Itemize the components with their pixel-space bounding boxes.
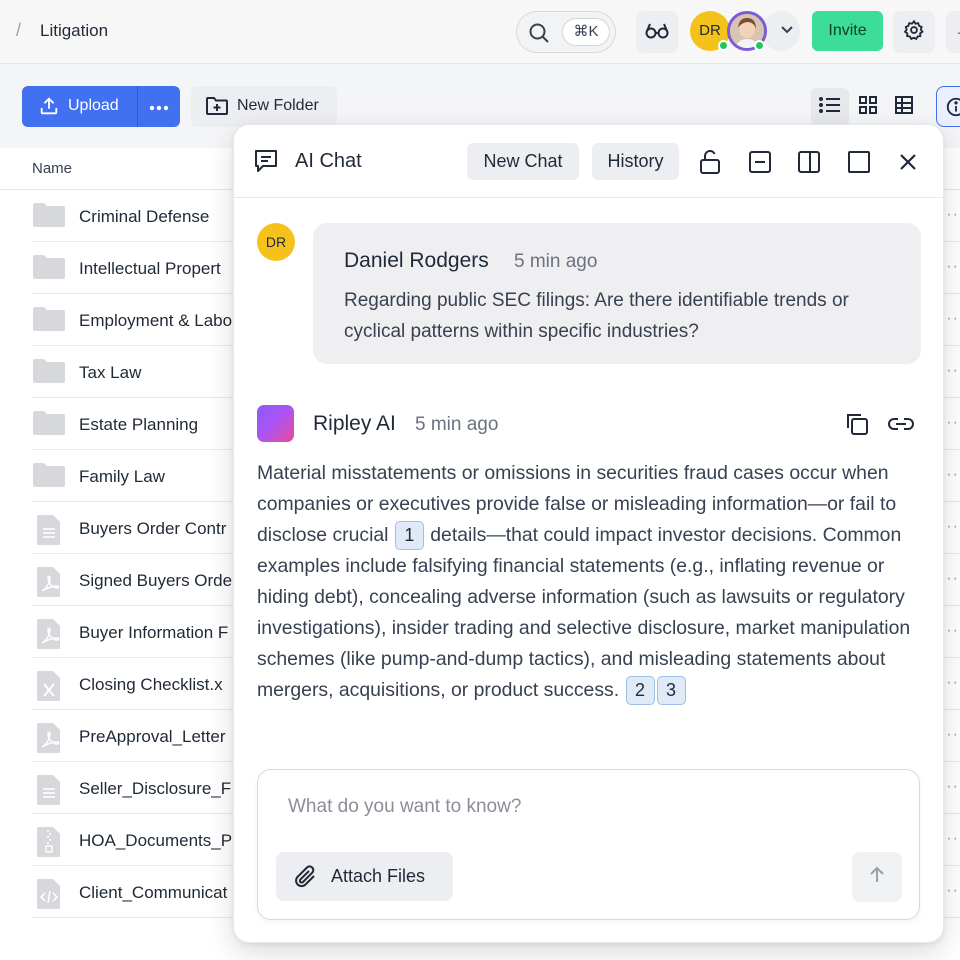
info-panel-button[interactable] — [936, 86, 960, 127]
chat-input[interactable] — [288, 796, 888, 818]
new-chat-button[interactable]: New Chat — [467, 143, 579, 180]
pdf-file-icon — [36, 566, 62, 603]
zip-file-icon — [36, 826, 62, 863]
settings-button[interactable] — [893, 11, 935, 53]
top-bar: / Litigation ⌘K DR Invite — [0, 0, 960, 64]
more-horizontal-icon — [149, 98, 169, 116]
grid-view-button[interactable] — [849, 88, 887, 126]
send-button[interactable] — [852, 852, 902, 902]
file-name: HOA_Documents_P — [79, 831, 233, 850]
table-icon — [894, 95, 914, 120]
ai-message-text: Material misstatements or omissions in s… — [257, 458, 927, 706]
chat-icon — [252, 147, 280, 180]
file-name: Intellectual Propert — [79, 259, 221, 278]
file-name: Signed Buyers Orde — [79, 571, 233, 590]
breadcrumb-current[interactable]: Litigation — [40, 21, 108, 41]
folder-icon — [32, 254, 66, 285]
upload-label: Upload — [68, 97, 119, 114]
new-folder-button[interactable]: New Folder — [191, 86, 337, 127]
maximize-icon[interactable] — [844, 147, 874, 177]
chevron-down-icon — [779, 21, 795, 42]
online-status-dot — [718, 40, 729, 51]
file-name: Buyers Order Contr — [79, 519, 227, 538]
collaborators-dropdown[interactable] — [762, 11, 800, 51]
file-name: Closing Checklist.x — [79, 675, 223, 694]
file-name: Employment & Labo — [79, 311, 233, 330]
chat-composer: Attach Files — [257, 769, 920, 920]
ai-chat-panel: AI Chat New Chat History DR Daniel Rodge… — [233, 124, 944, 943]
attach-files-label: Attach Files — [331, 866, 426, 886]
app-window: / Litigation ⌘K DR Invite Name Criminal … — [0, 0, 960, 960]
file-name: Client_Communicat — [79, 883, 228, 902]
user-name: Daniel Rodgers — [344, 249, 489, 272]
file-name: Seller_Disclosure_F — [79, 779, 232, 798]
arrow-up-icon — [867, 865, 887, 890]
more-options-button[interactable]: · — [946, 11, 960, 53]
pdf-file-icon — [36, 618, 62, 655]
attach-files-button[interactable]: Attach Files — [276, 852, 453, 901]
copy-icon[interactable] — [842, 409, 872, 439]
pdf-file-icon — [36, 722, 62, 759]
upload-options-button[interactable] — [138, 86, 180, 127]
folder-plus-icon — [205, 95, 229, 122]
user-avatar: DR — [257, 223, 295, 261]
list-icon — [819, 96, 841, 119]
dock-panel-icon[interactable] — [794, 147, 824, 177]
upload-button[interactable]: Upload — [22, 86, 180, 127]
file-name: Criminal Defense — [79, 207, 210, 226]
file-name: Estate Planning — [79, 415, 199, 434]
folder-icon — [32, 202, 66, 233]
minimize-icon[interactable] — [745, 147, 775, 177]
new-folder-label: New Folder — [237, 97, 319, 114]
user-message-time: 5 min ago — [514, 251, 598, 272]
history-button[interactable]: History — [592, 143, 679, 180]
upload-icon — [38, 95, 60, 122]
ai-name: Ripley AI — [313, 412, 396, 435]
search-shortcut: ⌘K — [562, 18, 610, 46]
close-icon[interactable] — [893, 147, 923, 177]
chat-title: AI Chat — [295, 150, 362, 172]
search-button[interactable]: ⌘K — [516, 11, 616, 53]
ai-message-time: 5 min ago — [415, 414, 499, 435]
doc-file-icon — [36, 774, 62, 811]
ai-text-part: details—that could impact investor decis… — [257, 524, 911, 701]
folder-icon — [32, 410, 66, 441]
reader-mode-button[interactable] — [636, 11, 678, 53]
user-message-text: Regarding public SEC filings: Are there … — [344, 290, 849, 342]
ai-avatar — [257, 405, 294, 442]
file-name: PreApproval_Letter — [79, 727, 226, 746]
doc-file-icon — [36, 514, 62, 551]
invite-button[interactable]: Invite — [812, 11, 883, 51]
link-icon[interactable] — [886, 409, 916, 439]
file-name: Family Law — [79, 467, 165, 486]
folder-icon — [32, 306, 66, 337]
citation-badge[interactable]: 1 — [394, 521, 424, 551]
file-name: Buyer Information F — [79, 623, 229, 642]
more-icon: · — [957, 24, 960, 40]
glasses-icon — [644, 20, 670, 45]
gear-icon — [903, 19, 925, 46]
online-status-dot — [754, 40, 765, 51]
breadcrumb-separator: / — [16, 20, 22, 40]
table-view-button[interactable] — [885, 88, 923, 126]
folder-icon — [32, 358, 66, 389]
column-name[interactable]: Name — [32, 160, 72, 177]
citation-badge[interactable]: 3 — [656, 676, 686, 706]
citation-badge[interactable]: 2 — [625, 676, 655, 706]
file-name: Tax Law — [79, 363, 142, 382]
code-file-icon — [36, 878, 62, 915]
chat-header: AI Chat New Chat History — [234, 125, 943, 198]
unlock-icon[interactable] — [695, 147, 725, 177]
grid-icon — [858, 95, 878, 120]
user-message: Daniel Rodgers 5 min ago Regarding publi… — [313, 223, 921, 364]
info-icon — [945, 96, 960, 123]
paperclip-icon — [294, 864, 318, 895]
folder-icon — [32, 462, 66, 493]
list-view-button[interactable] — [811, 88, 849, 126]
search-icon — [527, 21, 551, 50]
xls-file-icon — [36, 670, 62, 707]
